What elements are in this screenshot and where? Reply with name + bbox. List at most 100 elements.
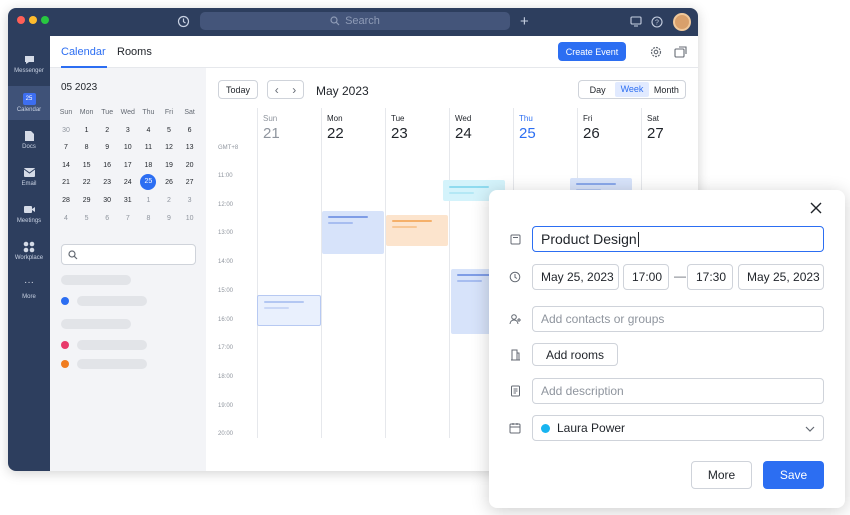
date-cell[interactable]: 17 [118,157,138,174]
date-cell[interactable]: 3 [118,122,138,139]
date-cell[interactable]: 10 [118,139,138,156]
rail-item-calendar[interactable]: 25 Calendar [8,86,50,120]
description-icon [509,385,521,397]
date-cell[interactable]: 3 [180,192,200,209]
date-cell[interactable]: 27 [180,174,200,191]
rail-item-email[interactable]: Email [8,167,50,187]
start-time-field[interactable]: 17:00 [623,264,669,290]
tab-rooms[interactable]: Rooms [117,46,152,58]
day-date[interactable]: 25 [519,125,579,142]
user-avatar[interactable] [673,13,691,31]
date-cell[interactable]: 19 [159,157,179,174]
day-date[interactable]: 23 [391,125,451,142]
date-cell[interactable]: 26 [159,174,179,191]
close-icon[interactable] [810,201,822,219]
day-date[interactable]: 22 [327,125,387,142]
date-cell[interactable]: 29 [77,192,97,209]
day-date[interactable]: 27 [647,125,698,142]
search-icon [68,250,78,260]
date-cell[interactable]: 8 [138,210,158,227]
prev-week-button[interactable]: ‹ [275,83,279,97]
date-cell[interactable]: 5 [77,210,97,227]
calendar-owner-select[interactable]: Laura Power [532,415,824,441]
view-day-button[interactable]: Day [580,85,615,95]
skeleton-bar [77,340,147,350]
add-icon[interactable]: + [520,14,529,29]
date-cell[interactable]: 12 [159,139,179,156]
rail-item-docs[interactable]: Docs [8,130,50,150]
date-cell[interactable]: 15 [77,157,97,174]
event-block[interactable] [257,295,321,326]
help-icon[interactable]: ? [651,16,663,30]
date-cell[interactable]: 30 [97,192,117,209]
date-cell[interactable]: 7 [56,139,76,156]
history-icon[interactable] [177,15,190,30]
search-input[interactable]: Search [200,12,510,30]
date-cell[interactable]: 1 [77,122,97,139]
date-cell[interactable]: 21 [56,174,76,191]
event-title-input[interactable]: Product Design [532,226,824,252]
date-cell[interactable]: 22 [77,174,97,191]
day-date[interactable]: 24 [455,125,515,142]
screen-share-icon[interactable] [630,16,642,29]
date-cell[interactable]: 16 [97,157,117,174]
date-cell[interactable]: 8 [77,139,97,156]
date-cell[interactable]: 6 [97,210,117,227]
date-cell[interactable]: 4 [138,122,158,139]
close-window-button[interactable] [17,16,25,24]
date-cell[interactable]: 13 [180,139,200,156]
rail-item-workplace[interactable]: Workplace [8,241,50,261]
date-cell[interactable]: 2 [159,192,179,209]
date-cell[interactable]: 7 [118,210,138,227]
date-cell[interactable]: 18 [138,157,158,174]
date-cell[interactable]: 11 [138,139,158,156]
calendar-checkbox[interactable] [61,360,69,368]
event-block[interactable] [386,215,448,246]
view-month-button[interactable]: Month [649,85,684,95]
day-date[interactable]: 21 [263,125,323,142]
tab-calendar[interactable]: Calendar [61,46,106,58]
calendar-checkbox[interactable] [61,341,69,349]
date-cell[interactable]: 4 [56,210,76,227]
rail-item-more[interactable]: ··· More [8,278,50,301]
date-cell[interactable]: 30 [56,122,76,139]
date-cell[interactable]: 1 [138,192,158,209]
hour-label: 20:00 [218,431,234,438]
end-time-field[interactable]: 17:30 [687,264,733,290]
date-cell[interactable]: 6 [180,122,200,139]
next-week-button[interactable]: › [292,83,296,97]
date-cell[interactable]: 20 [180,157,200,174]
view-week-button[interactable]: Week [615,82,649,97]
day-date[interactable]: 26 [583,125,643,142]
maximize-window-button[interactable] [41,16,49,24]
date-cell[interactable]: 9 [159,210,179,227]
date-cell[interactable]: 10 [180,210,200,227]
rail-item-messenger[interactable]: Messenger [8,54,50,74]
add-description-input[interactable]: Add description [532,378,824,404]
add-rooms-button[interactable]: Add rooms [532,343,618,366]
save-button[interactable]: Save [763,461,824,489]
date-cell[interactable]: 31 [118,192,138,209]
date-cell[interactable]: 23 [97,174,117,191]
date-cell[interactable]: 2 [97,122,117,139]
date-cell[interactable]: 24 [118,174,138,191]
create-event-button[interactable]: Create Event [558,42,626,61]
date-cell[interactable]: 9 [97,139,117,156]
start-date-field[interactable]: May 25, 2023 [532,264,619,290]
selected-date[interactable]: 25 [140,174,157,191]
date-cell[interactable]: 28 [56,192,76,209]
subscribe-calendar-icon[interactable] [674,45,687,63]
calendar-checkbox[interactable] [61,297,69,305]
calendar-search-input[interactable] [61,244,196,265]
add-contacts-input[interactable]: Add contacts or groups [532,306,824,332]
end-date-field[interactable]: May 25, 2023 [738,264,824,290]
settings-gear-icon[interactable] [650,45,662,63]
date-cell[interactable]: 14 [56,157,76,174]
event-block[interactable] [322,211,384,254]
today-button[interactable]: Today [218,80,258,99]
workplace-icon [23,241,36,253]
minimize-window-button[interactable] [29,16,37,24]
rail-item-meetings[interactable]: Meetings [8,204,50,224]
date-cell[interactable]: 5 [159,122,179,139]
more-button[interactable]: More [691,461,752,489]
